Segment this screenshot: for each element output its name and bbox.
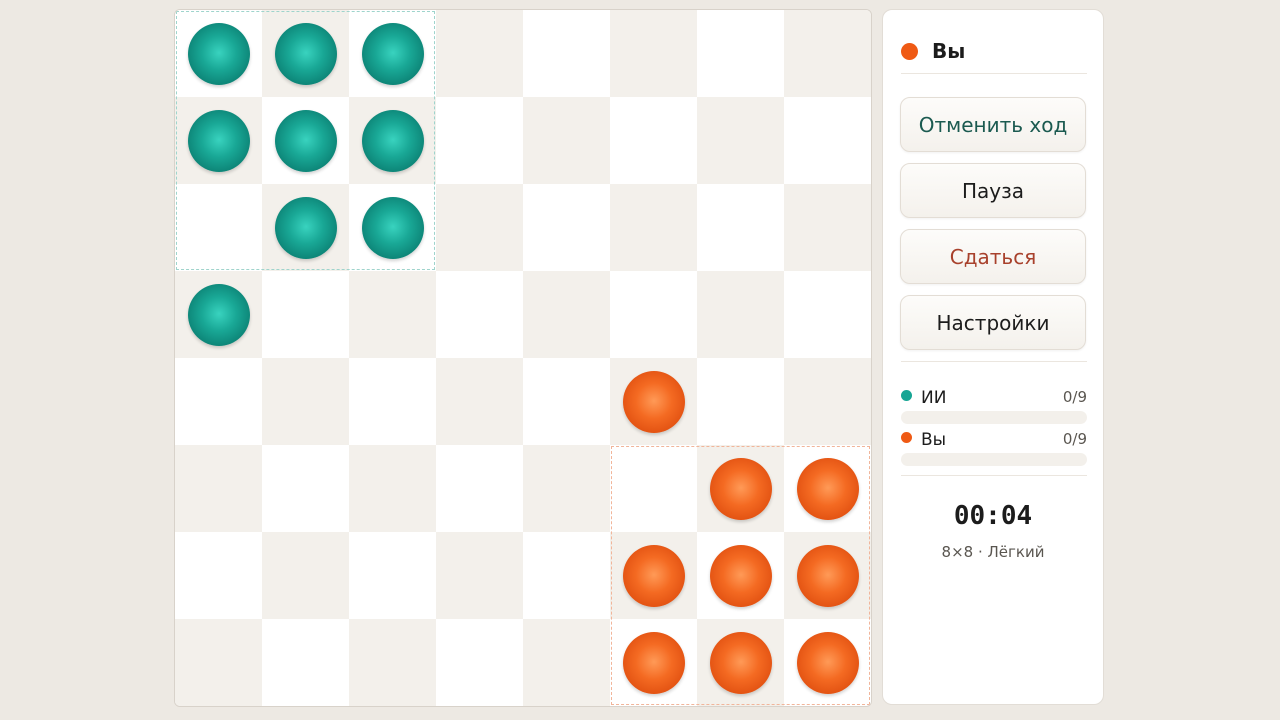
board-cell[interactable]	[697, 184, 784, 271]
board-cell[interactable]	[523, 10, 610, 97]
ai-piece[interactable]	[274, 22, 337, 85]
board-cell[interactable]	[784, 271, 871, 358]
ai-piece[interactable]	[274, 196, 337, 259]
ai-piece[interactable]	[187, 22, 250, 85]
score-row-ai: ИИ 0/9	[901, 387, 1087, 424]
divider	[901, 475, 1087, 476]
divider	[901, 73, 1087, 74]
score-name: Вы	[921, 430, 947, 450]
board-cell[interactable]	[523, 619, 610, 706]
score-row-player: Вы 0/9	[901, 429, 1087, 466]
board-cell[interactable]	[349, 358, 436, 445]
player-piece[interactable]	[709, 457, 772, 520]
ai-piece[interactable]	[361, 196, 424, 259]
turn-label: Вы	[932, 39, 966, 63]
player-color-dot	[901, 431, 912, 443]
settings-button[interactable]: Настройки	[900, 295, 1086, 350]
board-cell[interactable]	[349, 619, 436, 706]
ai-piece[interactable]	[361, 22, 424, 85]
board-cell[interactable]	[610, 184, 697, 271]
player-piece[interactable]	[709, 631, 772, 694]
player-piece[interactable]	[622, 631, 685, 694]
player-piece[interactable]	[622, 544, 685, 607]
ai-piece[interactable]	[274, 109, 337, 172]
board-cell[interactable]	[175, 445, 262, 532]
board-cell[interactable]	[436, 445, 523, 532]
board-cell[interactable]	[697, 271, 784, 358]
pause-button[interactable]: Пауза	[900, 163, 1086, 218]
board-cell[interactable]	[523, 445, 610, 532]
ai-piece[interactable]	[361, 109, 424, 172]
board-cell[interactable]	[262, 619, 349, 706]
board-cell[interactable]	[523, 184, 610, 271]
board-cell[interactable]	[610, 271, 697, 358]
turn-color-dot	[901, 42, 918, 60]
ai-color-dot	[901, 389, 912, 401]
board-cell[interactable]	[349, 271, 436, 358]
player-piece[interactable]	[796, 631, 859, 694]
board-cell[interactable]	[784, 10, 871, 97]
board-cell[interactable]	[175, 358, 262, 445]
board-cell[interactable]	[523, 271, 610, 358]
progress-bar	[901, 453, 1087, 466]
board-cell[interactable]	[175, 619, 262, 706]
board-cell[interactable]	[436, 184, 523, 271]
game-timer: 00:04	[953, 501, 1033, 531]
board-cell[interactable]	[784, 358, 871, 445]
board-cell[interactable]	[436, 532, 523, 619]
board-cell[interactable]	[436, 10, 523, 97]
ai-piece[interactable]	[187, 109, 250, 172]
player-piece[interactable]	[796, 544, 859, 607]
divider	[901, 361, 1087, 362]
board-cell[interactable]	[697, 10, 784, 97]
player-piece[interactable]	[796, 457, 859, 520]
board-cell[interactable]	[436, 619, 523, 706]
board-cell[interactable]	[523, 532, 610, 619]
player-piece[interactable]	[622, 370, 685, 433]
resign-button[interactable]: Сдаться	[900, 229, 1086, 284]
game-board[interactable]	[174, 9, 872, 707]
board-cell[interactable]	[436, 97, 523, 184]
game-info: 8×8 · Лёгкий	[941, 543, 1045, 561]
board-cell[interactable]	[175, 532, 262, 619]
score-count: 0/9	[1062, 388, 1087, 406]
ai-piece[interactable]	[187, 283, 250, 346]
board-cell[interactable]	[349, 445, 436, 532]
score-count: 0/9	[1062, 430, 1087, 448]
board-cell[interactable]	[610, 10, 697, 97]
board-cell[interactable]	[262, 358, 349, 445]
player-piece[interactable]	[709, 544, 772, 607]
board-cell[interactable]	[175, 184, 262, 271]
progress-bar	[901, 411, 1087, 424]
side-panel: Вы Отменить ход Пауза Сдаться Настройки …	[882, 9, 1104, 705]
board-cell[interactable]	[349, 532, 436, 619]
undo-button[interactable]: Отменить ход	[900, 97, 1086, 152]
board-cell[interactable]	[262, 271, 349, 358]
board-cell[interactable]	[262, 532, 349, 619]
board-cell[interactable]	[436, 271, 523, 358]
board-cell[interactable]	[262, 445, 349, 532]
score-name: ИИ	[921, 388, 947, 408]
board-cell[interactable]	[784, 184, 871, 271]
board-cell[interactable]	[523, 358, 610, 445]
board-cell[interactable]	[436, 358, 523, 445]
board-cell[interactable]	[784, 97, 871, 184]
turn-indicator: Вы	[901, 36, 965, 66]
board-cell[interactable]	[697, 358, 784, 445]
board-cell[interactable]	[610, 445, 697, 532]
board-cell[interactable]	[610, 97, 697, 184]
board-cell[interactable]	[697, 97, 784, 184]
board-cell[interactable]	[523, 97, 610, 184]
